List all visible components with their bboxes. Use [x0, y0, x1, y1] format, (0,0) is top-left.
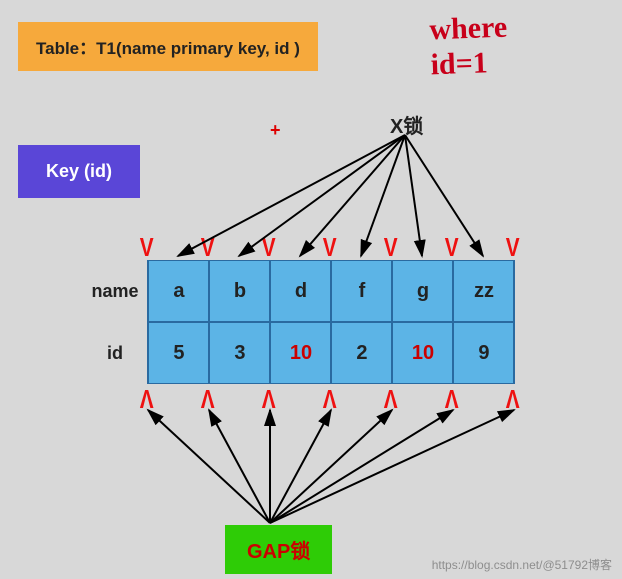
- x-lock-label: X锁: [390, 110, 423, 139]
- gap-mark-top: V: [384, 232, 398, 263]
- gap-mark-bottom: V: [140, 383, 154, 414]
- gap-mark-top: V: [506, 232, 520, 263]
- gap-mark-top: V: [140, 232, 154, 263]
- cell-id: 3: [208, 322, 271, 384]
- gap-mark-bottom: V: [384, 383, 398, 414]
- cell-id: 9: [452, 322, 515, 384]
- cell-id: 2: [330, 322, 393, 384]
- row-label-id: id: [85, 322, 145, 384]
- table-definition-box: Table：T1(name primary key, id ): [18, 22, 318, 71]
- gap-mark-bottom: V: [201, 383, 215, 414]
- row-label-name: name: [85, 260, 145, 322]
- gap-mark-top: V: [201, 232, 215, 263]
- cell-name: f: [330, 260, 393, 322]
- cell-id: 10: [269, 322, 332, 384]
- cell-id: 10: [391, 322, 454, 384]
- gap-mark-top: V: [445, 232, 459, 263]
- cell-name: zz: [452, 260, 515, 322]
- gap-mark-top: V: [323, 232, 337, 263]
- gap-mark-bottom: V: [445, 383, 459, 414]
- cell-id: 5: [147, 322, 210, 384]
- watermark: https://blog.csdn.net/@51792博客: [432, 556, 612, 573]
- cell-name: d: [269, 260, 332, 322]
- gap-mark-bottom: V: [506, 383, 520, 414]
- plus-mark: +: [270, 120, 281, 141]
- key-box: Key (id): [18, 145, 140, 198]
- cell-name: b: [208, 260, 271, 322]
- gap-mark-top: V: [262, 232, 276, 263]
- handwritten-annotation: where id=1: [429, 11, 509, 83]
- cell-name: g: [391, 260, 454, 322]
- cell-name: a: [147, 260, 210, 322]
- gap-lock-label: GAP锁: [225, 525, 332, 574]
- gap-mark-bottom: V: [323, 383, 337, 414]
- table-row: a b d f g zz: [149, 260, 515, 322]
- gap-mark-bottom: V: [262, 383, 276, 414]
- table-row: 5 3 10 2 10 9: [149, 322, 515, 384]
- data-table: name a b d f g zz id 5 3 10 2 10 9: [85, 260, 515, 384]
